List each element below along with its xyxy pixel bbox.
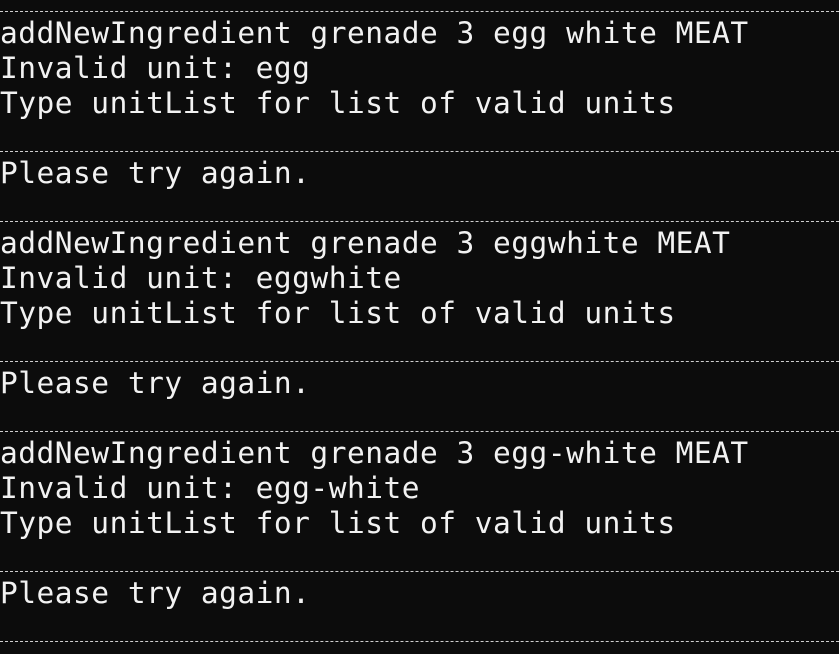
retry-message: Please try again. xyxy=(0,366,311,400)
command-echo: addNewIngredient grenade 3 egg white MEA… xyxy=(0,16,749,50)
separator-line xyxy=(0,571,839,572)
command-echo: addNewIngredient grenade 3 egg-white MEA… xyxy=(0,436,749,470)
separator-line xyxy=(0,431,839,432)
console-output[interactable]: addNewIngredient grenade 3 egg white MEA… xyxy=(0,0,839,654)
error-message: Invalid unit: eggwhite xyxy=(0,261,402,295)
separator-line xyxy=(0,11,839,12)
retry-message: Please try again. xyxy=(0,156,311,190)
error-message: Invalid unit: egg-white xyxy=(0,471,420,505)
hint-message: Type unitList for list of valid units xyxy=(0,296,676,330)
error-message: Invalid unit: egg xyxy=(0,51,311,85)
separator-line xyxy=(0,641,839,642)
separator-line xyxy=(0,361,839,362)
separator-line xyxy=(0,151,839,152)
command-echo: addNewIngredient grenade 3 eggwhite MEAT xyxy=(0,226,731,260)
hint-message: Type unitList for list of valid units xyxy=(0,86,676,120)
separator-line xyxy=(0,221,839,222)
hint-message: Type unitList for list of valid units xyxy=(0,506,676,540)
retry-message: Please try again. xyxy=(0,576,311,610)
